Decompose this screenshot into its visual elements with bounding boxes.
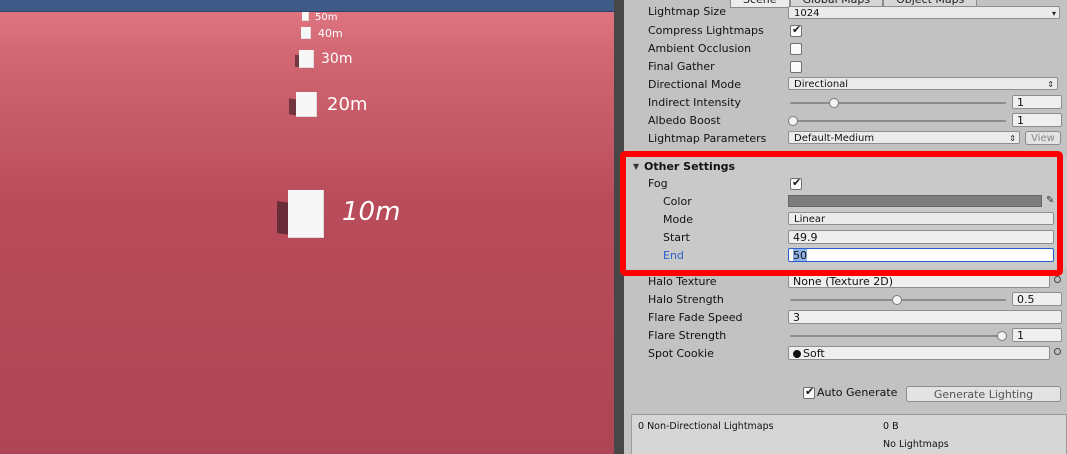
lightmap-size-row: Lightmap Size 1024 ▾	[624, 4, 1067, 22]
compress-lightmaps-label: Compress Lightmaps	[648, 24, 764, 37]
highlight-box	[620, 151, 1063, 276]
final-gather-checkbox[interactable]	[790, 61, 802, 73]
auto-generate-checkbox[interactable]: ✔	[803, 385, 815, 399]
ambient-occlusion-label: Ambient Occlusion	[648, 42, 752, 55]
flare-strength-thumb[interactable]	[997, 331, 1007, 341]
compress-lightmaps-row: Compress Lightmaps ✔	[624, 22, 1067, 40]
flare-strength-row: Flare Strength 1	[624, 327, 1067, 345]
marker-cube-40m	[301, 27, 311, 39]
scene-viewport[interactable]: 50m 40m 30m 20m 10m	[0, 0, 614, 454]
halo-strength-field[interactable]: 0.5	[1012, 292, 1062, 306]
lightmap-size-value: 1024	[794, 8, 820, 19]
marker-label-20m: 20m	[327, 94, 368, 115]
lightmap-size-dropdown[interactable]: 1024 ▾	[788, 6, 1060, 19]
spot-cookie-label: Spot Cookie	[648, 347, 714, 360]
marker-label-40m: 40m	[318, 27, 343, 40]
generate-row: ✔ Auto Generate Generate Lighting	[624, 384, 1067, 402]
marker-cube-10m	[288, 190, 324, 238]
flare-strength-slider[interactable]	[790, 335, 1006, 337]
indirect-intensity-row: Indirect Intensity 1	[624, 94, 1067, 112]
lightmap-size: 0 B	[883, 421, 899, 432]
ambient-occlusion-checkbox[interactable]	[790, 43, 802, 55]
flare-strength-label: Flare Strength	[648, 329, 727, 342]
chevron-updown-icon: ⇕	[1047, 80, 1054, 89]
final-gather-row: Final Gather	[624, 58, 1067, 76]
marker-cube-30m	[299, 50, 314, 68]
spot-cookie-row: Spot Cookie Soft	[624, 345, 1067, 363]
marker-cube-20m	[296, 92, 317, 117]
halo-strength-thumb[interactable]	[892, 295, 902, 305]
view-button[interactable]: View	[1025, 131, 1061, 145]
spot-cookie-value: Soft	[803, 347, 825, 360]
checkmark-icon: ✔	[805, 385, 815, 398]
indirect-intensity-label: Indirect Intensity	[648, 96, 742, 109]
final-gather-label: Final Gather	[648, 60, 715, 73]
checkmark-icon: ✔	[792, 23, 802, 36]
directional-mode-label: Directional Mode	[648, 78, 741, 91]
spot-cookie-field[interactable]: Soft	[788, 346, 1050, 360]
indirect-intensity-slider[interactable]	[790, 102, 1006, 104]
chevron-updown-icon: ⇕	[1009, 134, 1016, 143]
compress-lightmaps-checkbox[interactable]: ✔	[790, 23, 802, 37]
lightmap-count: 0 Non-Directional Lightmaps	[638, 421, 774, 432]
chevron-down-icon: ▾	[1051, 9, 1056, 18]
scene-toolbar	[0, 0, 614, 12]
lightmap-status: No Lightmaps	[883, 439, 949, 450]
albedo-boost-thumb[interactable]	[788, 116, 798, 126]
lightmap-parameters-label: Lightmap Parameters	[648, 132, 767, 145]
flare-fade-speed-row: Flare Fade Speed 3	[624, 309, 1067, 327]
lightmap-size-label: Lightmap Size	[648, 5, 726, 18]
halo-strength-label: Halo Strength	[648, 293, 724, 306]
object-picker-icon[interactable]	[1054, 276, 1061, 283]
directional-mode-row: Directional Mode Directional ⇕	[624, 76, 1067, 94]
lightmap-parameters-dropdown[interactable]: Default-Medium ⇕	[788, 131, 1020, 144]
object-picker-icon[interactable]	[1054, 348, 1061, 355]
lightmap-parameters-value: Default-Medium	[794, 133, 875, 144]
halo-strength-row: Halo Strength 0.5	[624, 291, 1067, 309]
marker-cube-50m	[302, 12, 309, 21]
generate-lighting-button[interactable]: Generate Lighting	[906, 386, 1061, 402]
texture-dot-icon	[793, 350, 801, 358]
indirect-intensity-thumb[interactable]	[829, 98, 839, 108]
ambient-occlusion-row: Ambient Occlusion	[624, 40, 1067, 58]
albedo-boost-slider[interactable]	[790, 120, 1006, 122]
lightmap-stats: 0 Non-Directional Lightmaps 0 B No Light…	[631, 414, 1067, 454]
directional-mode-dropdown[interactable]: Directional ⇕	[788, 77, 1058, 90]
halo-texture-label: Halo Texture	[648, 275, 717, 288]
marker-label-10m: 10m	[342, 197, 401, 227]
halo-texture-field[interactable]: None (Texture 2D)	[788, 274, 1050, 288]
auto-generate-label: Auto Generate	[817, 386, 898, 399]
flare-strength-field[interactable]: 1	[1012, 328, 1062, 342]
albedo-boost-field[interactable]: 1	[1012, 113, 1062, 127]
directional-mode-value: Directional	[794, 79, 849, 90]
albedo-boost-row: Albedo Boost 1	[624, 112, 1067, 130]
albedo-boost-label: Albedo Boost	[648, 114, 721, 127]
marker-label-30m: 30m	[321, 51, 353, 67]
marker-label-50m: 50m	[315, 12, 338, 23]
flare-fade-speed-label: Flare Fade Speed	[648, 311, 743, 324]
lightmap-parameters-row: Lightmap Parameters Default-Medium ⇕ Vie…	[624, 130, 1067, 148]
indirect-intensity-field[interactable]: 1	[1012, 95, 1062, 109]
flare-fade-speed-field[interactable]: 3	[788, 310, 1062, 324]
